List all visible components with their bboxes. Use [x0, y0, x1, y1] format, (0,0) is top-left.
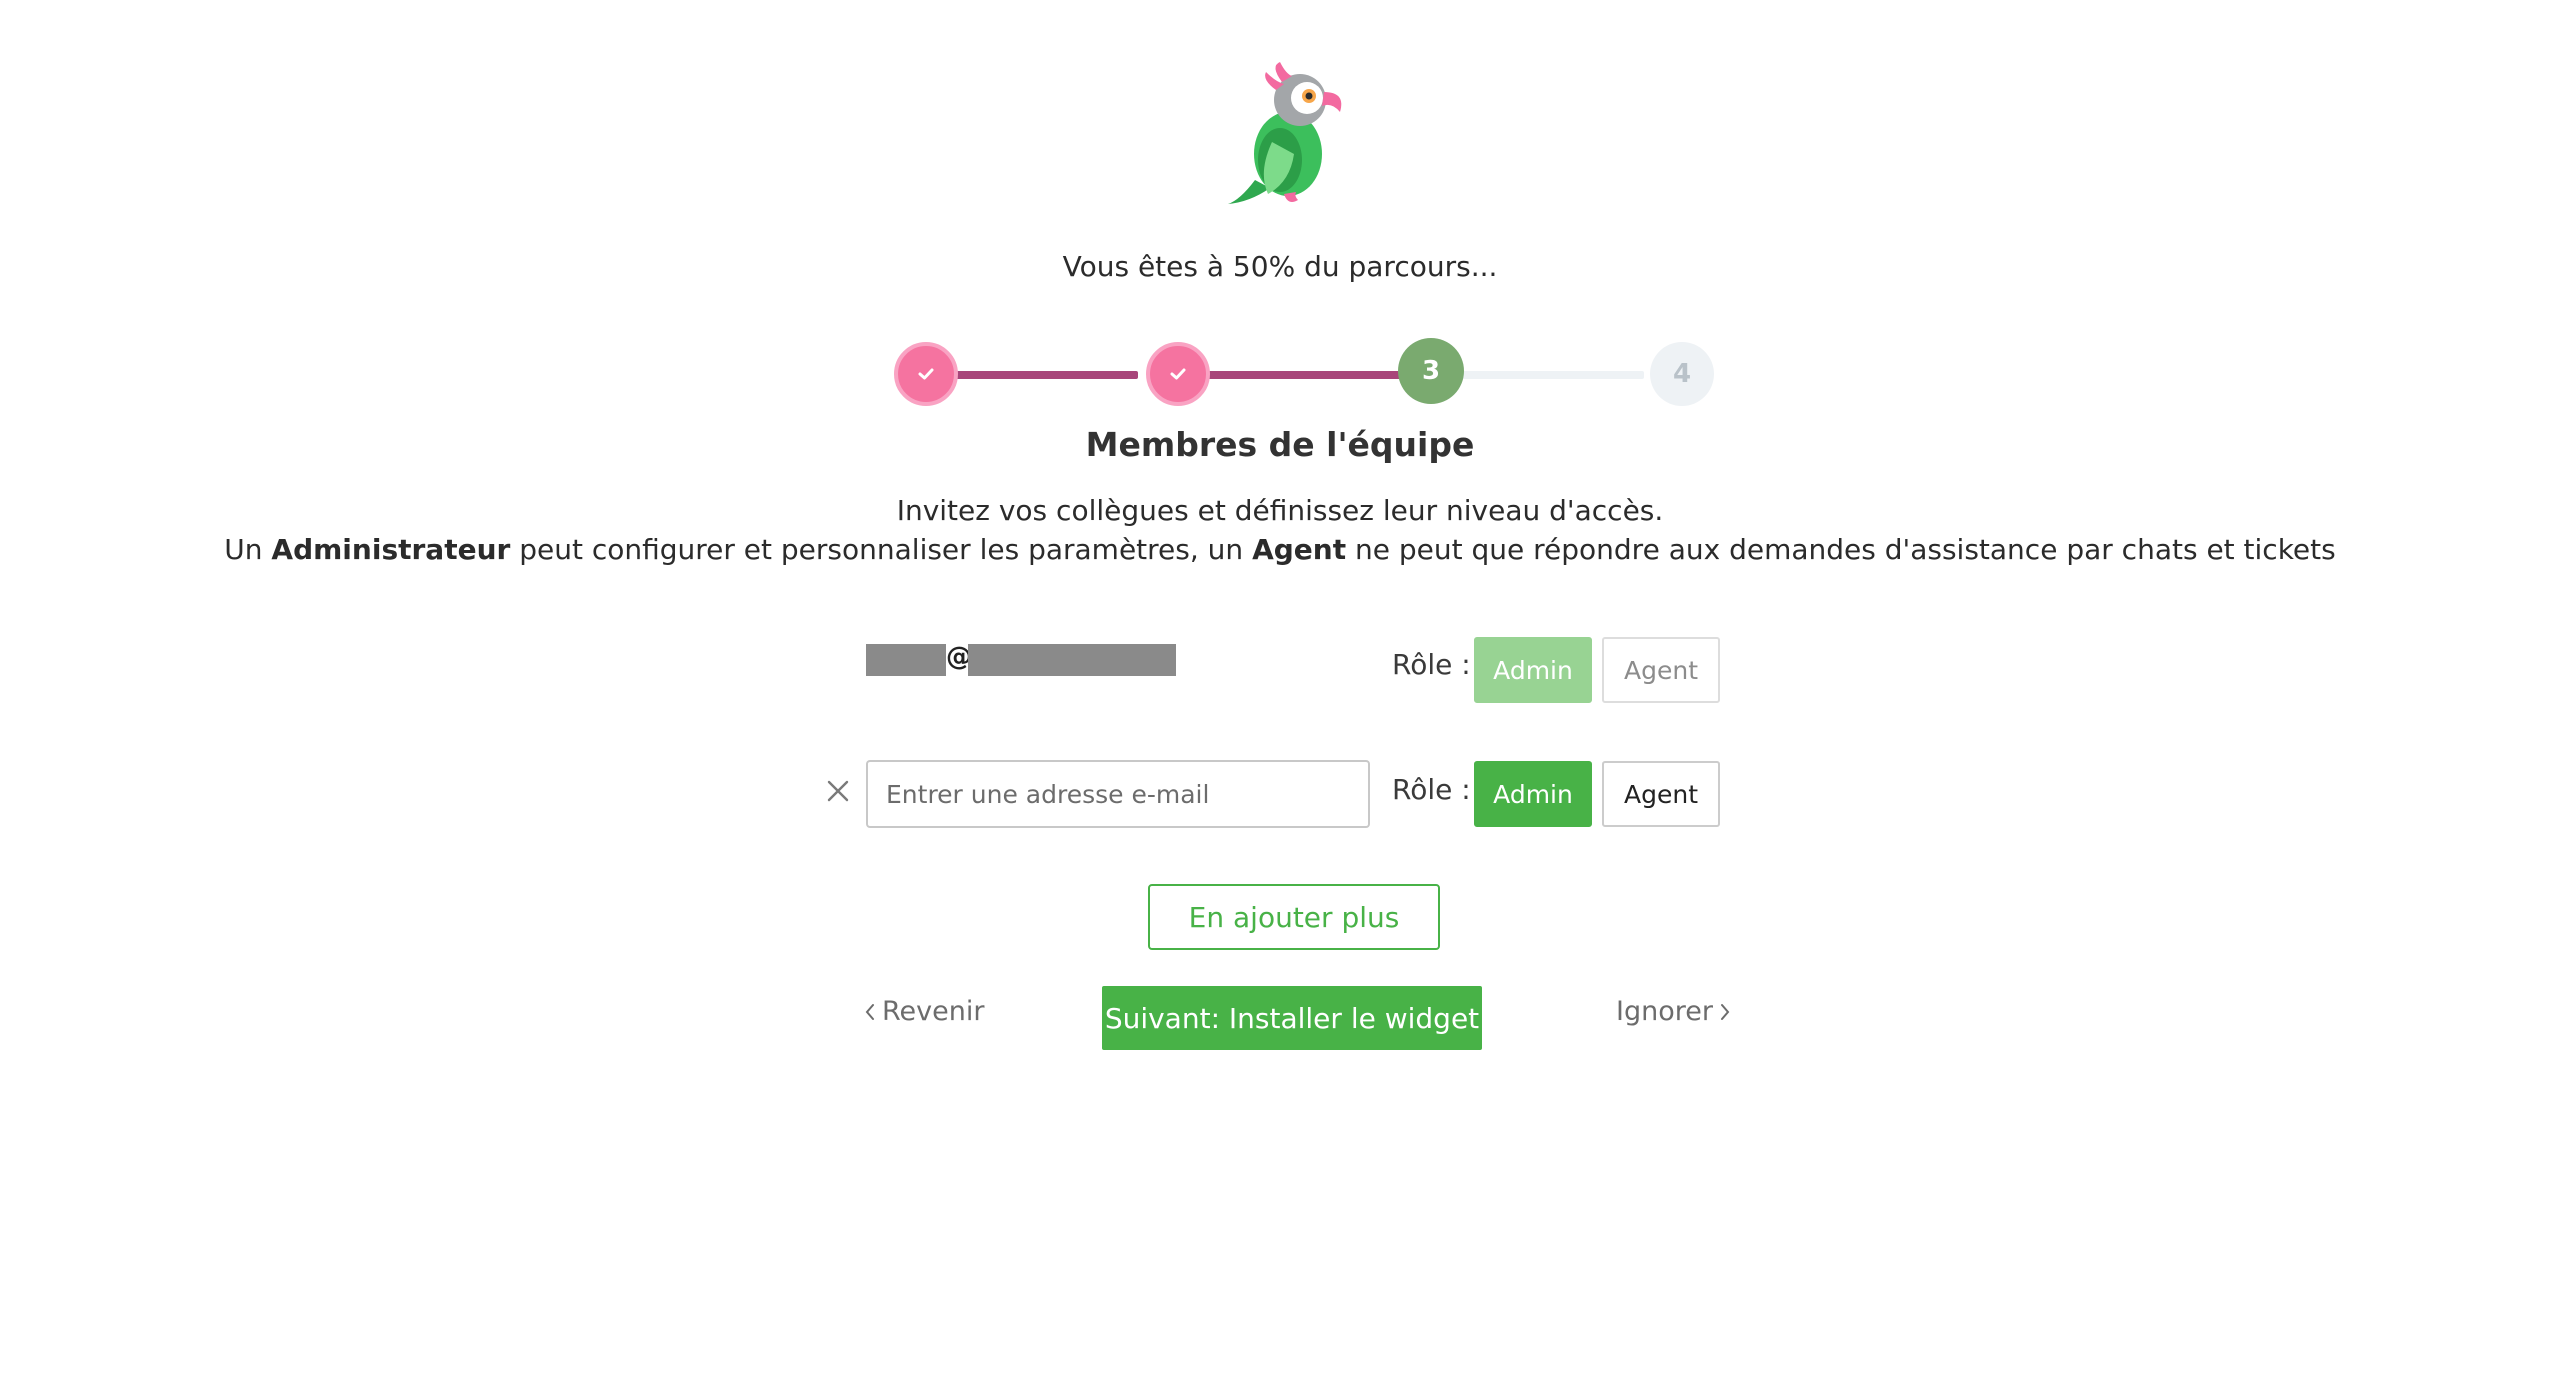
description-line-1: Invitez vos collègues et définissez leur…	[896, 494, 1664, 527]
step-connector-1	[938, 371, 1138, 379]
chevron-right-icon	[1720, 1003, 1730, 1020]
check-icon	[918, 368, 934, 380]
role-agent-button: Agent	[1602, 637, 1720, 703]
desc-text: peut configurer et personnaliser les par…	[510, 533, 1253, 566]
skip-label: Ignorer	[1616, 996, 1713, 1027]
parrot-logo	[1228, 62, 1342, 204]
add-more-button[interactable]: En ajouter plus	[1148, 884, 1440, 950]
chevron-left-icon	[865, 1003, 874, 1020]
role-label: Rôle :	[1392, 773, 1471, 806]
progress-stepper: 3 4	[878, 338, 1714, 410]
next-install-widget-button[interactable]: Suivant: Installer le widget	[1102, 986, 1482, 1050]
check-icon	[1170, 368, 1186, 380]
role-admin-button[interactable]: Admin	[1474, 761, 1592, 827]
desc-text: Un	[224, 533, 272, 566]
role-agent-button[interactable]: Agent	[1602, 761, 1720, 827]
redacted-email-user	[866, 644, 946, 676]
agent-term: Agent	[1252, 533, 1347, 566]
step-3-current: 3	[1398, 338, 1464, 404]
email-input[interactable]	[866, 760, 1370, 828]
step-1-complete	[894, 342, 958, 406]
admin-term: Administrateur	[271, 533, 511, 566]
close-icon[interactable]	[824, 777, 852, 805]
redacted-email-domain	[968, 644, 1176, 676]
page-title: Membres de l'équipe	[1085, 425, 1475, 464]
skip-link[interactable]: Ignorer	[1616, 996, 1731, 1027]
description-line-2: Un Administrateur peut configurer et per…	[0, 533, 2560, 566]
role-label: Rôle :	[1392, 648, 1471, 681]
onboarding-page: Vous êtes à 50% du parcours... 3 4 Membr…	[0, 0, 2560, 1375]
desc-text: ne peut que répondre aux demandes d'assi…	[1346, 533, 2336, 566]
step-2-complete	[1146, 342, 1210, 406]
back-label: Revenir	[882, 996, 985, 1027]
step-connector-2	[1190, 371, 1410, 379]
progress-text: Vous êtes à 50% du parcours...	[1062, 250, 1498, 283]
role-admin-button: Admin	[1474, 637, 1592, 703]
step-connector-3	[1444, 371, 1644, 379]
back-link[interactable]: Revenir	[864, 996, 984, 1027]
step-4-upcoming: 4	[1650, 342, 1714, 406]
